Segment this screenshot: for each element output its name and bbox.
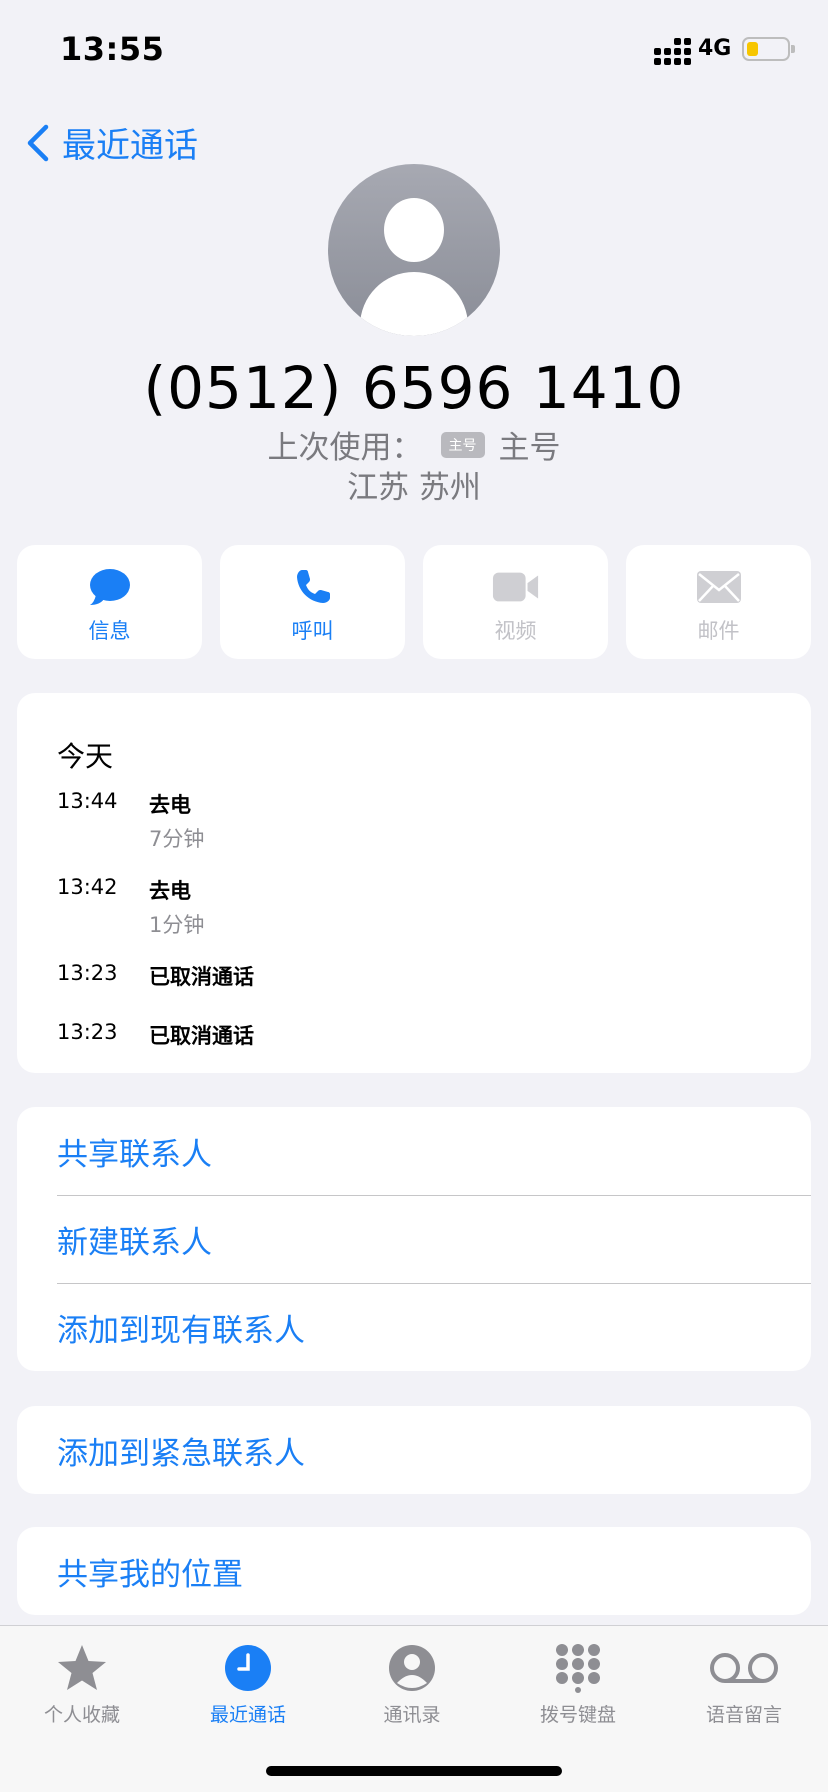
share-location-button[interactable]: 共享我的位置 — [17, 1527, 811, 1615]
last-used-label: 上次使用： — [267, 430, 423, 466]
phone-location: 江苏 苏州 — [347, 470, 481, 506]
call-duration: 1分钟 — [149, 913, 205, 937]
tab-contacts[interactable]: 通讯录 — [342, 1640, 482, 1727]
quick-actions: 信息 呼叫 视频 邮件 — [17, 545, 811, 659]
message-label: 信息 — [88, 619, 131, 643]
sim-name: 主号 — [498, 430, 561, 466]
mail-icon — [695, 565, 743, 609]
tab-label: 通讯录 — [383, 1704, 441, 1726]
share-contact-button[interactable]: 共享联系人 — [17, 1107, 811, 1195]
contact-avatar — [328, 164, 500, 336]
call-type: 已取消通话 — [149, 1024, 254, 1048]
call-time: 13:44 — [57, 789, 118, 813]
call-history-card: 今天 13:44 去电 7分钟 13:42 去电 1分钟 13:23 已取消通话… — [17, 693, 811, 1073]
network-type: 4G — [698, 36, 732, 61]
tab-recents[interactable]: 最近通话 — [178, 1640, 318, 1727]
tab-favorites[interactable]: 个人收藏 — [12, 1640, 152, 1727]
mail-label: 邮件 — [697, 619, 740, 643]
call-time: 13:42 — [57, 875, 118, 899]
add-to-existing-contact-button[interactable]: 添加到现有联系人 — [17, 1283, 811, 1371]
clock-icon — [178, 1640, 318, 1696]
back-label: 最近通话 — [62, 126, 198, 166]
signal-strength-icon — [654, 38, 691, 65]
call-duration: 7分钟 — [149, 827, 205, 851]
sim-badge: 主号 — [440, 431, 485, 458]
mail-button[interactable]: 邮件 — [626, 545, 811, 659]
phone-number: (0512) 6596 1410 — [143, 354, 685, 422]
call-time: 13:23 — [57, 1020, 118, 1044]
tab-label: 语音留言 — [705, 1704, 782, 1726]
call-type: 去电 — [149, 879, 191, 903]
keypad-icon — [508, 1640, 648, 1696]
tab-voicemail[interactable]: 语音留言 — [674, 1640, 814, 1727]
chevron-left-icon — [27, 124, 49, 161]
tab-label: 最近通话 — [209, 1704, 286, 1726]
add-emergency-contact-button[interactable]: 添加到紧急联系人 — [17, 1406, 811, 1494]
home-indicator — [266, 1766, 562, 1776]
video-button[interactable]: 视频 — [423, 545, 608, 659]
video-icon — [492, 565, 540, 609]
call-time: 13:23 — [57, 961, 118, 985]
message-button[interactable]: 信息 — [17, 545, 202, 659]
video-label: 视频 — [494, 619, 537, 643]
star-icon — [12, 1640, 152, 1696]
emergency-card: 添加到紧急联系人 — [17, 1406, 811, 1494]
tab-label: 个人收藏 — [43, 1704, 120, 1726]
tab-keypad[interactable]: 拨号键盘 — [508, 1640, 648, 1727]
voicemail-icon — [674, 1640, 814, 1696]
last-used-line: 上次使用： 主号 主号 — [0, 422, 828, 467]
person-circle-icon — [342, 1640, 482, 1696]
history-day: 今天 — [57, 740, 114, 773]
call-label: 呼叫 — [291, 619, 334, 643]
message-bubble-icon — [86, 565, 134, 609]
call-type: 去电 — [149, 793, 191, 817]
back-button[interactable]: 最近通话 — [24, 118, 198, 167]
share-location-card: 共享我的位置 — [17, 1527, 811, 1615]
contact-actions-card: 共享联系人 新建联系人 添加到现有联系人 — [17, 1107, 811, 1371]
tab-label: 拨号键盘 — [539, 1704, 616, 1726]
status-bar: 13:55 4G — [0, 0, 828, 100]
phone-icon — [289, 565, 337, 609]
call-button[interactable]: 呼叫 — [220, 545, 405, 659]
status-time: 13:55 — [60, 30, 165, 68]
new-contact-button[interactable]: 新建联系人 — [17, 1195, 811, 1283]
battery-icon — [742, 37, 795, 61]
call-type: 已取消通话 — [149, 965, 254, 989]
